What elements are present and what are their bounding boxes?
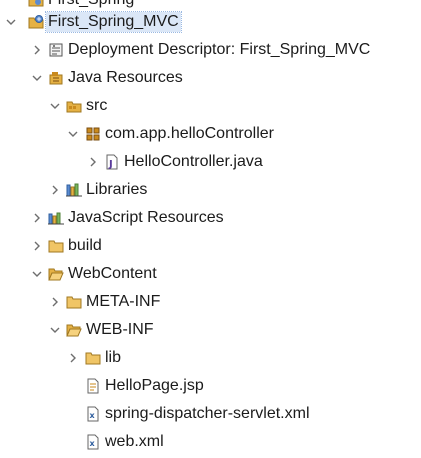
chevron-down-icon[interactable]: [50, 101, 60, 111]
tree-item-label: First_Spring_MVC: [45, 11, 182, 33]
deployment-descriptor-icon: [48, 42, 64, 58]
tree-item-label: spring-dispatcher-servlet.xml: [105, 405, 310, 422]
tree-item-label: build: [68, 237, 102, 254]
tree-item-webcontent[interactable]: WebContent: [0, 260, 421, 288]
tree-item-meta-inf[interactable]: META-INF: [0, 288, 421, 316]
chevron-right-icon[interactable]: [50, 297, 60, 307]
tree-item-label: META-INF: [86, 293, 161, 310]
chevron-down-icon[interactable]: [32, 73, 42, 83]
tree-item-src[interactable]: src: [0, 92, 421, 120]
tree-item-label: WEB-INF: [86, 321, 154, 338]
web-project-icon: [28, 0, 44, 8]
xml-file-icon: x: [85, 434, 101, 450]
tree-item-label: lib: [105, 349, 122, 366]
tree-item-label: WebContent: [68, 265, 157, 282]
tree-item-java-resources[interactable]: Java Resources: [0, 64, 421, 92]
tree-item-hellopage-jsp[interactable]: HelloPage.jsp: [0, 372, 421, 400]
tree-item-package[interactable]: com.app.helloController: [0, 120, 421, 148]
tree-item-hellocontroller-java[interactable]: J HelloController.java: [0, 148, 421, 176]
folder-icon: [85, 350, 101, 366]
package-icon: [85, 126, 101, 142]
tree-item-web-xml[interactable]: x web.xml: [0, 428, 421, 456]
chevron-down-icon[interactable]: [32, 269, 42, 279]
source-folder-icon: [66, 98, 82, 114]
java-resources-icon: [48, 70, 64, 86]
tree-item-label: HelloPage.jsp: [105, 377, 204, 394]
tree-item-label: src: [86, 97, 108, 114]
tree-item-web-inf[interactable]: WEB-INF: [0, 316, 421, 344]
chevron-right-icon[interactable]: [68, 353, 78, 363]
folder-open-icon: [48, 266, 64, 282]
java-file-icon: J: [104, 154, 120, 170]
chevron-right-icon[interactable]: [50, 185, 60, 195]
tree-item-build[interactable]: build: [0, 232, 421, 260]
tree-item-label: JavaScript Resources: [68, 209, 224, 226]
tree-item-first-spring-mvc[interactable]: First_Spring_MVC: [0, 8, 421, 36]
tree-item-label: HelloController.java: [124, 153, 263, 170]
tree-item-lib[interactable]: lib: [0, 344, 421, 372]
chevron-down-icon[interactable]: [68, 129, 78, 139]
svg-text:J: J: [108, 159, 113, 170]
tree-item-deployment-descriptor[interactable]: Deployment Descriptor: First_Spring_MVC: [0, 36, 421, 64]
chevron-right-icon[interactable]: [32, 45, 42, 55]
xml-file-icon: x: [85, 406, 101, 422]
chevron-right-icon[interactable]: [32, 241, 42, 251]
tree-item-libraries[interactable]: Libraries: [0, 176, 421, 204]
web-project-icon: [28, 14, 44, 30]
javascript-resources-icon: [48, 210, 64, 226]
jsp-file-icon: [85, 378, 101, 394]
folder-open-icon: [66, 322, 82, 338]
tree-item-label: Java Resources: [68, 69, 183, 86]
chevron-right-icon[interactable]: [32, 213, 42, 223]
tree-item-label: Libraries: [86, 181, 148, 198]
chevron-down-icon[interactable]: [50, 325, 60, 335]
tree-item-spring-dispatcher-servlet-xml[interactable]: x spring-dispatcher-servlet.xml: [0, 400, 421, 428]
folder-icon: [48, 238, 64, 254]
svg-text:x: x: [90, 439, 96, 448]
chevron-right-icon[interactable]: [88, 157, 98, 167]
tree-item-label: Deployment Descriptor: First_Spring_MVC: [68, 41, 371, 58]
libraries-icon: [66, 182, 82, 198]
chevron-down-icon[interactable]: [6, 17, 16, 27]
folder-icon: [66, 294, 82, 310]
tree-item-label: web.xml: [105, 433, 164, 450]
tree-item-label: com.app.helloController: [105, 125, 274, 142]
svg-text:x: x: [90, 411, 96, 420]
tree-item-javascript-resources[interactable]: JavaScript Resources: [0, 204, 421, 232]
